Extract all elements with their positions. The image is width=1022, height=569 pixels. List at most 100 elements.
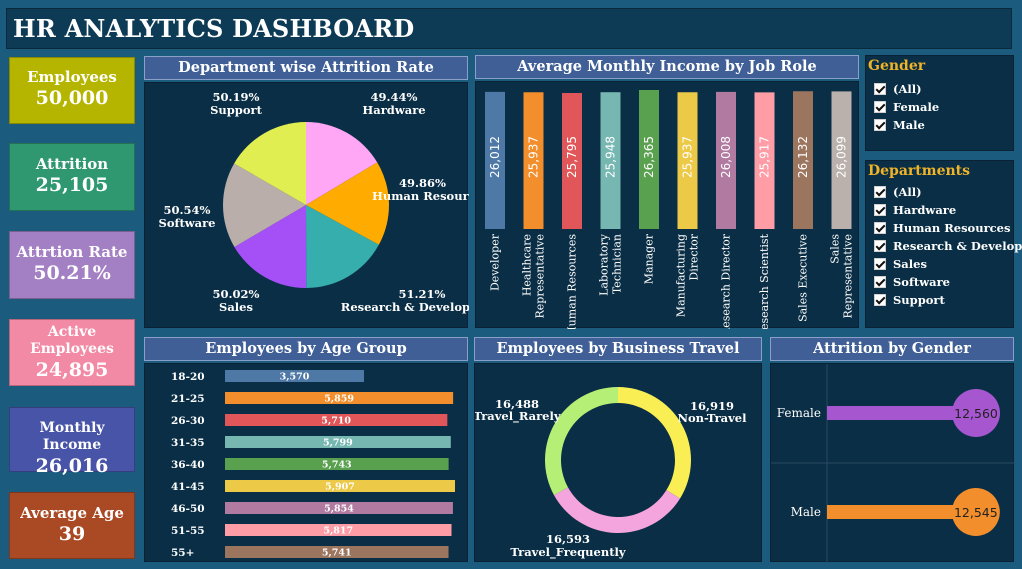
kpi-label: Active Employees bbox=[30, 324, 114, 357]
pie-slice-label: Research & Development bbox=[341, 300, 469, 314]
checkbox-checked-icon[interactable] bbox=[874, 83, 886, 95]
age-bar-value: 5,710 bbox=[321, 416, 351, 427]
pie-slice-label: Software bbox=[159, 216, 216, 230]
gender-option-label: (All) bbox=[893, 82, 922, 96]
age-chart-header: Employees by Age Group bbox=[144, 337, 468, 361]
age-group-label: 55+ bbox=[171, 547, 194, 559]
donut-label: Travel_Frequently bbox=[510, 545, 625, 560]
gender-option-female[interactable]: Female bbox=[874, 99, 939, 115]
kpi-average-age: Average Age 39 bbox=[9, 492, 135, 559]
department-option-label: Support bbox=[893, 293, 945, 307]
donut-segment bbox=[553, 487, 681, 533]
job-role-label: Director bbox=[688, 233, 701, 280]
department-option-all[interactable]: (All) bbox=[874, 184, 922, 200]
pie-chart-header: Department wise Attrition Rate bbox=[144, 56, 468, 80]
dashboard-title-bar: HR ANALYTICS DASHBOARD bbox=[6, 8, 1012, 49]
donut-label: Travel_Rarely bbox=[475, 409, 561, 424]
gender-category-label: Male bbox=[791, 505, 821, 519]
gender-option-label: Female bbox=[893, 100, 940, 114]
age-group-label: 31-35 bbox=[171, 437, 205, 449]
income-bar-value: 25,937 bbox=[681, 136, 695, 178]
departments-filter: Departments (All) Hardware Human Resourc… bbox=[865, 160, 1022, 328]
kpi-label: Employees bbox=[27, 68, 117, 86]
department-option-label: Software bbox=[893, 275, 950, 289]
checkbox-checked-icon[interactable] bbox=[874, 222, 886, 234]
job-role-label: Sales bbox=[829, 234, 842, 264]
department-option-research[interactable]: Research & Develop… bbox=[874, 238, 1022, 254]
kpi-label: Monthly Income bbox=[39, 420, 105, 453]
checkbox-checked-icon[interactable] bbox=[874, 101, 886, 113]
department-option-human-resources[interactable]: Human Resources bbox=[874, 220, 1010, 236]
income-bar-value: 25,917 bbox=[758, 136, 772, 178]
gender-category-label: Female bbox=[777, 406, 821, 420]
gender-option-male[interactable]: Male bbox=[874, 117, 925, 133]
age-bar-value: 5,741 bbox=[322, 548, 352, 559]
income-chart-title: Average Monthly Income by Job Role bbox=[517, 58, 817, 75]
job-role-label: Sales Executive bbox=[797, 234, 810, 322]
pie-slice-label: Sales bbox=[219, 300, 253, 314]
travel-chart-header: Employees by Business Travel bbox=[474, 337, 762, 361]
travel-chart-title: Employees by Business Travel bbox=[496, 340, 740, 357]
income-bar-value: 26,012 bbox=[488, 136, 502, 178]
age-bar-value: 5,817 bbox=[323, 526, 353, 537]
pie-slice-value: 51.21% bbox=[399, 287, 446, 301]
checkbox-checked-icon[interactable] bbox=[874, 186, 886, 198]
pie-chart-title: Department wise Attrition Rate bbox=[178, 59, 434, 76]
job-role-label: Technician bbox=[611, 234, 624, 294]
age-group-label: 46-50 bbox=[171, 503, 205, 515]
gender-option-all[interactable]: (All) bbox=[874, 81, 922, 97]
gender-chart-title: Attrition by Gender bbox=[813, 340, 971, 357]
checkbox-checked-icon[interactable] bbox=[874, 258, 886, 270]
kpi-employees: Employees 50,000 bbox=[9, 57, 135, 124]
age-group-label: 21-25 bbox=[171, 393, 205, 405]
kpi-monthly-income: Monthly Income 26,016 bbox=[9, 407, 135, 477]
age-bar-value: 5,743 bbox=[322, 460, 352, 471]
checkbox-checked-icon[interactable] bbox=[874, 294, 886, 306]
department-option-label: Sales bbox=[893, 257, 927, 271]
pie-slice-value: 49.86% bbox=[399, 176, 446, 190]
income-bar-value: 26,099 bbox=[835, 136, 849, 178]
kpi-label: Attrtion Rate bbox=[16, 243, 128, 261]
donut-value: 16,593 bbox=[546, 532, 590, 546]
age-group-label: 41-45 bbox=[171, 481, 205, 493]
checkbox-checked-icon[interactable] bbox=[874, 119, 886, 131]
department-option-hardware[interactable]: Hardware bbox=[874, 202, 956, 218]
job-role-label: Laboratory bbox=[598, 233, 611, 296]
age-chart-panel: 18-20 3,570 21-25 5,859 26-30 5,710 31-35 5,799… bbox=[144, 363, 468, 562]
department-option-label: Research & Develop… bbox=[893, 239, 1022, 253]
kpi-value: 25,105 bbox=[35, 174, 109, 196]
kpi-attrition-rate: Attrtion Rate 50.21% bbox=[9, 231, 135, 299]
department-option-support[interactable]: Support bbox=[874, 292, 945, 308]
gender-chart-header: Attrition by Gender bbox=[770, 337, 1014, 361]
age-bar-value: 5,799 bbox=[323, 438, 353, 449]
checkbox-checked-icon[interactable] bbox=[874, 204, 886, 216]
job-role-label: Representative bbox=[534, 234, 547, 318]
age-bar-value: 3,570 bbox=[280, 372, 310, 383]
pie-slice-label: Human Resources bbox=[372, 189, 469, 203]
kpi-active-employees: Active Employees 24,895 bbox=[9, 319, 135, 386]
income-chart-header: Average Monthly Income by Job Role bbox=[475, 55, 859, 79]
attrition-by-gender-chart: Female 12,560 Male 12,545 bbox=[771, 364, 1015, 563]
job-role-label: Healthcare bbox=[521, 234, 534, 296]
job-role-label: Developer bbox=[489, 233, 502, 291]
income-bar-value: 26,365 bbox=[642, 136, 656, 178]
gender-value-label: 12,545 bbox=[954, 505, 998, 520]
income-bar-value: 25,937 bbox=[527, 136, 541, 178]
kpi-value: 50.21% bbox=[33, 262, 111, 284]
department-option-label: Human Resources bbox=[893, 221, 1011, 235]
pie-slice-value: 50.02% bbox=[213, 287, 260, 301]
checkbox-checked-icon[interactable] bbox=[874, 276, 886, 288]
department-option-label: Hardware bbox=[893, 203, 957, 217]
kpi-value: 39 bbox=[58, 523, 86, 545]
department-option-label: (All) bbox=[893, 185, 922, 199]
department-option-sales[interactable]: Sales bbox=[874, 256, 927, 272]
checkbox-checked-icon[interactable] bbox=[874, 240, 886, 252]
gender-filter: Gender (All) Female Male bbox=[865, 55, 1014, 151]
pie-slice-label: Support bbox=[210, 103, 262, 117]
department-option-software[interactable]: Software bbox=[874, 274, 950, 290]
income-bar-value: 26,132 bbox=[796, 136, 810, 178]
page-title: HR ANALYTICS DASHBOARD bbox=[13, 14, 415, 43]
travel-chart-panel: 16,919 Non-Travel 16,593 Travel_Frequently 1… bbox=[473, 363, 762, 562]
job-role-label: Research Scientist bbox=[758, 233, 771, 329]
income-bar-value: 26,008 bbox=[719, 136, 733, 178]
